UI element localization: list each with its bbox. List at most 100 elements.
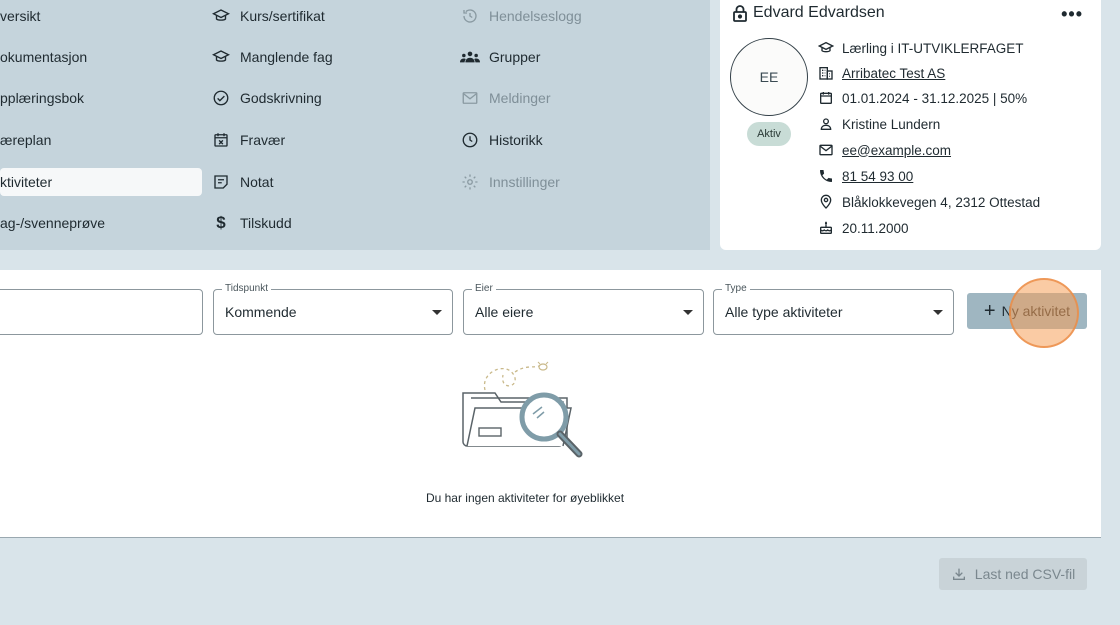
type-label: Type: [722, 283, 750, 294]
phone-icon: [818, 168, 834, 184]
eier-select[interactable]: Eier Alle eiere: [463, 283, 704, 335]
search-field[interactable]: [0, 289, 203, 335]
nav-item-dokumentasjon[interactable]: okumentasjon: [0, 43, 200, 71]
eier-value: Alle eiere: [475, 304, 534, 320]
check-circle-icon: [211, 88, 231, 108]
gear-icon: [460, 172, 480, 192]
nav-item-laereplan[interactable]: æreplan: [0, 126, 200, 154]
cake-icon: [818, 220, 834, 236]
nav-item-label: ktiviteter: [0, 174, 53, 190]
nav-item-label: Hendelseslogg: [489, 8, 582, 24]
calendar-x-icon: [211, 130, 231, 150]
address-row: Blåklokkevegen 4, 2312 Ottestad: [818, 194, 1040, 210]
nav-item-godskrivning[interactable]: Godskrivning: [211, 84, 322, 112]
history-icon: [460, 6, 480, 26]
nav-item-meldinger[interactable]: Meldinger: [460, 84, 550, 112]
nav-item-notat[interactable]: Notat: [211, 168, 273, 196]
nav-item-label: Kurs/sertifikat: [240, 8, 325, 24]
activities-panel: Tidspunkt Kommende Eier Alle eiere Type …: [0, 270, 1101, 538]
address-text: Blåklokkevegen 4, 2312 Ottestad: [842, 194, 1041, 210]
nav-item-tilskudd[interactable]: $ Tilskudd: [211, 209, 292, 237]
mail-icon: [460, 88, 480, 108]
plus-icon: +: [983, 300, 996, 322]
program-row: Lærling i IT-UTVIKLERFAGET: [818, 40, 1024, 56]
graduation-cap-icon: [211, 6, 231, 26]
nav-item-label: okumentasjon: [0, 49, 88, 65]
person-icon: [818, 116, 834, 132]
nav-item-label: Meldinger: [489, 90, 551, 106]
nav-item-label: Godskrivning: [240, 90, 322, 106]
birthdate-row: 20.11.2000: [818, 220, 909, 236]
nav-item-kurs-sertifikat[interactable]: Kurs/sertifikat: [211, 2, 325, 30]
nav-item-opplaeringsbok[interactable]: pplæringsbok: [0, 84, 200, 112]
status-label: Aktiv: [757, 128, 781, 140]
new-activity-button[interactable]: + Ny aktivitet: [967, 293, 1087, 329]
tidspunkt-value: Kommende: [225, 304, 297, 320]
period-text: 01.01.2024 - 31.12.2025 | 50%: [842, 90, 1028, 106]
chevron-down-icon: [683, 310, 693, 315]
building-icon: [818, 65, 834, 81]
nav-item-innstillinger[interactable]: Innstillinger: [460, 168, 560, 196]
email-link[interactable]: ee@example.com: [842, 143, 951, 158]
nav-item-label: æreplan: [0, 132, 52, 148]
avatar: EE: [730, 38, 808, 116]
download-icon: [951, 566, 967, 582]
type-select[interactable]: Type Alle type aktiviteter: [713, 283, 954, 335]
new-activity-label: Ny aktivitet: [1001, 303, 1071, 319]
nav-item-fravaer[interactable]: Fravær: [211, 126, 285, 154]
nav-item-label: pplæringsbok: [0, 90, 85, 106]
period-row: 01.01.2024 - 31.12.2025 | 50%: [818, 90, 1027, 106]
avatar-initials: EE: [759, 69, 779, 85]
profile-header: Edvard Edvardsen: [732, 4, 885, 22]
contact-text: Kristine Lundern: [842, 116, 941, 132]
program-text: Lærling i IT-UTVIKLERFAGET: [842, 40, 1024, 56]
nav-item-label: ag-/svenneprøve: [0, 215, 106, 231]
nav-item-label: Historikk: [489, 132, 543, 148]
group-icon: [460, 47, 480, 67]
nav-item-label: versikt: [0, 8, 41, 24]
empty-state-message: Du har ingen aktiviteter for øyeblikket: [425, 491, 625, 505]
navigation-panel: versikt okumentasjon pplæringsbok ærepla…: [0, 0, 710, 250]
eier-label: Eier: [472, 283, 496, 294]
chevron-down-icon: [432, 310, 442, 315]
nav-item-label: Notat: [240, 174, 274, 190]
email-row: ee@example.com: [818, 142, 951, 158]
nav-item-fag-svenneprove[interactable]: ag-/svenneprøve: [0, 209, 200, 237]
calendar-icon: [818, 90, 834, 106]
nav-item-label: Tilskudd: [240, 215, 292, 231]
phone-row: 81 54 93 00: [818, 168, 913, 184]
nav-item-label: Grupper: [489, 49, 541, 65]
download-csv-label: Last ned CSV-fil: [974, 566, 1076, 582]
nav-item-label: Innstillinger: [489, 174, 560, 190]
nav-item-historikk[interactable]: Historikk: [460, 126, 543, 154]
nav-item-hendelseslogg[interactable]: Hendelseslogg: [460, 2, 582, 30]
company-link[interactable]: Arribatec Test AS: [842, 66, 945, 81]
type-value: Alle type aktiviteter: [725, 304, 843, 320]
dollar-icon: $: [216, 213, 226, 232]
tidspunkt-label: Tidspunkt: [222, 283, 271, 294]
graduation-cap-icon: [211, 47, 231, 67]
note-icon: [211, 172, 231, 192]
contact-row: Kristine Lundern: [818, 116, 940, 132]
nav-item-manglende-fag[interactable]: Manglende fag: [211, 43, 333, 71]
profile-name: Edvard Edvardsen: [753, 4, 885, 21]
profile-card: Edvard Edvardsen ••• EE Aktiv Lærling i …: [720, 0, 1101, 250]
nav-item-label: Manglende fag: [240, 49, 333, 65]
empty-folder-illustration: [455, 360, 595, 480]
download-csv-button[interactable]: Last ned CSV-fil: [939, 558, 1087, 590]
more-options-icon[interactable]: •••: [1061, 4, 1083, 25]
status-badge: Aktiv: [747, 122, 791, 146]
company-row: Arribatec Test AS: [818, 65, 945, 81]
mail-icon: [818, 142, 834, 158]
location-pin-icon: [818, 194, 834, 210]
nav-item-grupper[interactable]: Grupper: [460, 43, 540, 71]
nav-item-aktiviteter[interactable]: ktiviteter: [0, 168, 202, 196]
graduation-cap-icon: [818, 40, 834, 56]
phone-link[interactable]: 81 54 93 00: [842, 169, 913, 184]
birthdate-text: 20.11.2000: [842, 220, 909, 236]
nav-item-label: Fravær: [240, 132, 286, 148]
tidspunkt-select[interactable]: Tidspunkt Kommende: [213, 283, 453, 335]
nav-item-oversikt[interactable]: versikt: [0, 2, 200, 30]
lock-icon: [732, 4, 748, 22]
clock-icon: [460, 130, 480, 150]
